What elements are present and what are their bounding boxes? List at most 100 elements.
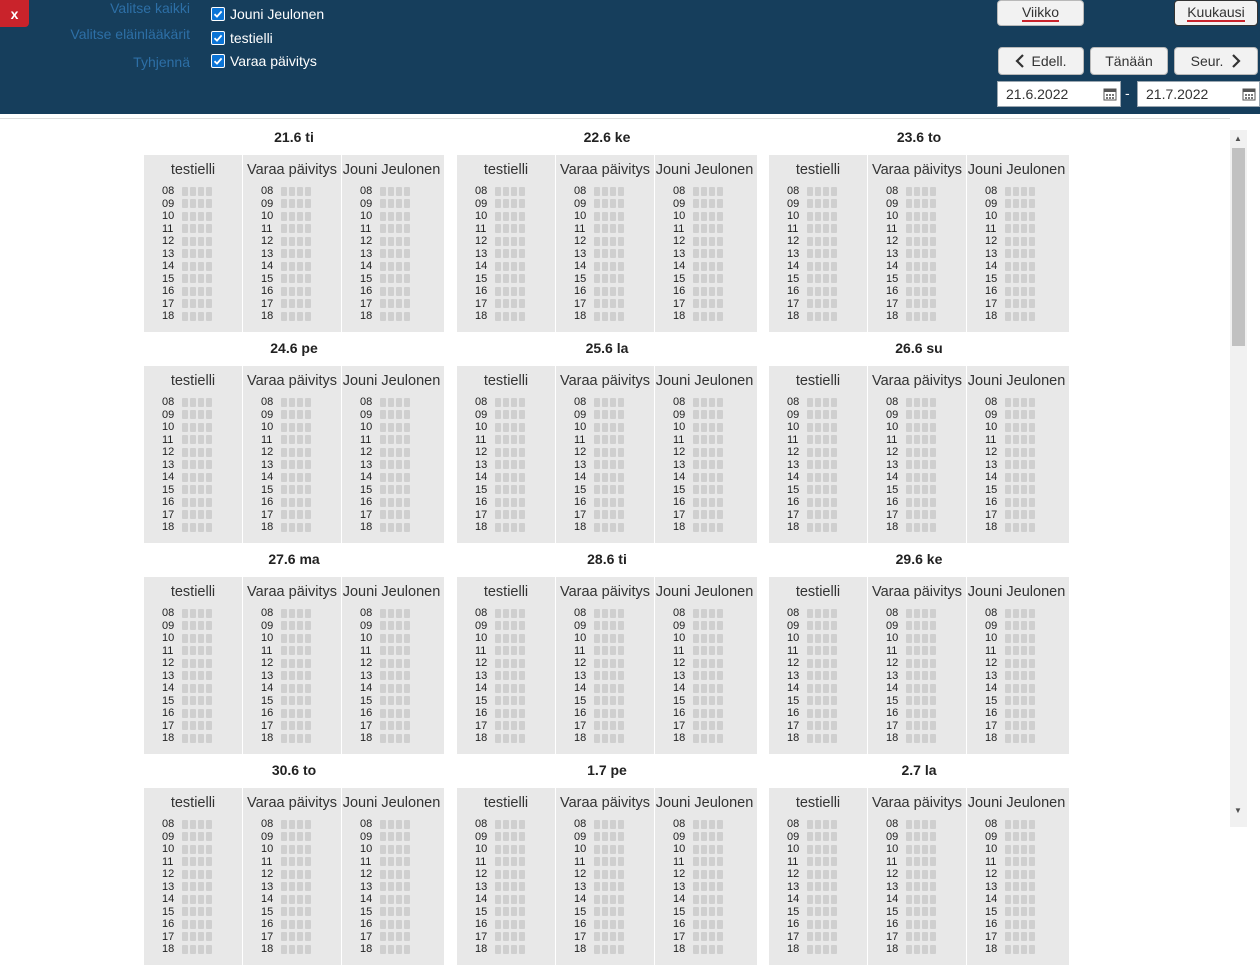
week-view-button[interactable]: Viikko — [997, 0, 1084, 26]
time-slot[interactable] — [289, 621, 295, 631]
time-slot[interactable] — [717, 311, 723, 321]
time-slot[interactable] — [823, 857, 829, 867]
time-slot[interactable] — [1029, 658, 1035, 668]
time-slot[interactable] — [1013, 907, 1019, 917]
time-slot[interactable] — [495, 882, 501, 892]
time-slot[interactable] — [610, 422, 616, 432]
time-slot[interactable] — [297, 844, 303, 854]
time-slot[interactable] — [206, 633, 212, 643]
time-slot[interactable] — [717, 721, 723, 731]
time-slot[interactable] — [396, 646, 402, 656]
time-slot[interactable] — [701, 224, 707, 234]
time-slot[interactable] — [495, 683, 501, 693]
time-slot[interactable] — [511, 497, 517, 507]
time-slot[interactable] — [693, 522, 699, 532]
time-slot[interactable] — [594, 186, 600, 196]
time-slot[interactable] — [815, 497, 821, 507]
time-slot[interactable] — [693, 882, 699, 892]
time-slot[interactable] — [618, 882, 624, 892]
time-slot[interactable] — [815, 919, 821, 929]
time-slot[interactable] — [305, 261, 311, 271]
time-slot[interactable] — [1021, 249, 1027, 259]
time-slot[interactable] — [396, 460, 402, 470]
time-slot[interactable] — [815, 224, 821, 234]
time-slot[interactable] — [206, 274, 212, 284]
time-slot[interactable] — [1029, 249, 1035, 259]
time-slot[interactable] — [297, 410, 303, 420]
time-slot[interactable] — [519, 844, 525, 854]
time-slot[interactable] — [831, 721, 837, 731]
time-slot[interactable] — [305, 646, 311, 656]
time-slot[interactable] — [906, 522, 912, 532]
time-slot[interactable] — [930, 485, 936, 495]
time-slot[interactable] — [495, 658, 501, 668]
time-slot[interactable] — [1013, 944, 1019, 954]
time-slot[interactable] — [404, 311, 410, 321]
time-slot[interactable] — [388, 832, 394, 842]
time-slot[interactable] — [922, 857, 928, 867]
time-slot[interactable] — [602, 633, 608, 643]
time-slot[interactable] — [610, 919, 616, 929]
time-slot[interactable] — [602, 733, 608, 743]
time-slot[interactable] — [618, 422, 624, 432]
time-slot[interactable] — [289, 882, 295, 892]
time-slot[interactable] — [823, 435, 829, 445]
time-slot[interactable] — [198, 621, 204, 631]
time-slot[interactable] — [594, 932, 600, 942]
time-slot[interactable] — [1021, 944, 1027, 954]
time-slot[interactable] — [922, 683, 928, 693]
time-slot[interactable] — [495, 608, 501, 618]
time-slot[interactable] — [709, 397, 715, 407]
time-slot[interactable] — [602, 211, 608, 221]
time-slot[interactable] — [503, 944, 509, 954]
time-slot[interactable] — [198, 919, 204, 929]
time-slot[interactable] — [519, 299, 525, 309]
time-slot[interactable] — [198, 510, 204, 520]
time-slot[interactable] — [281, 299, 287, 309]
time-slot[interactable] — [693, 286, 699, 296]
time-slot[interactable] — [182, 944, 188, 954]
time-slot[interactable] — [305, 460, 311, 470]
time-slot[interactable] — [831, 410, 837, 420]
time-slot[interactable] — [906, 857, 912, 867]
time-slot[interactable] — [914, 224, 920, 234]
time-slot[interactable] — [815, 869, 821, 879]
time-slot[interactable] — [594, 683, 600, 693]
time-slot[interactable] — [717, 671, 723, 681]
time-slot[interactable] — [610, 286, 616, 296]
time-slot[interactable] — [906, 894, 912, 904]
time-slot[interactable] — [305, 708, 311, 718]
time-slot[interactable] — [1029, 608, 1035, 618]
time-slot[interactable] — [1029, 497, 1035, 507]
time-slot[interactable] — [930, 844, 936, 854]
time-slot[interactable] — [815, 397, 821, 407]
time-slot[interactable] — [281, 485, 287, 495]
time-slot[interactable] — [380, 683, 386, 693]
time-slot[interactable] — [519, 274, 525, 284]
time-slot[interactable] — [618, 261, 624, 271]
time-slot[interactable] — [519, 422, 525, 432]
time-slot[interactable] — [930, 633, 936, 643]
time-slot[interactable] — [610, 658, 616, 668]
time-slot[interactable] — [503, 236, 509, 246]
time-slot[interactable] — [281, 460, 287, 470]
time-slot[interactable] — [610, 460, 616, 470]
time-slot[interactable] — [618, 696, 624, 706]
time-slot[interactable] — [594, 447, 600, 457]
time-slot[interactable] — [289, 472, 295, 482]
time-slot[interactable] — [297, 932, 303, 942]
time-slot[interactable] — [190, 211, 196, 221]
time-slot[interactable] — [823, 261, 829, 271]
time-slot[interactable] — [519, 832, 525, 842]
time-slot[interactable] — [823, 658, 829, 668]
time-slot[interactable] — [717, 696, 723, 706]
time-slot[interactable] — [396, 485, 402, 495]
time-slot[interactable] — [930, 696, 936, 706]
time-slot[interactable] — [815, 311, 821, 321]
time-slot[interactable] — [206, 286, 212, 296]
time-slot[interactable] — [815, 894, 821, 904]
time-slot[interactable] — [823, 510, 829, 520]
time-slot[interactable] — [511, 510, 517, 520]
time-slot[interactable] — [388, 435, 394, 445]
time-slot[interactable] — [914, 410, 920, 420]
